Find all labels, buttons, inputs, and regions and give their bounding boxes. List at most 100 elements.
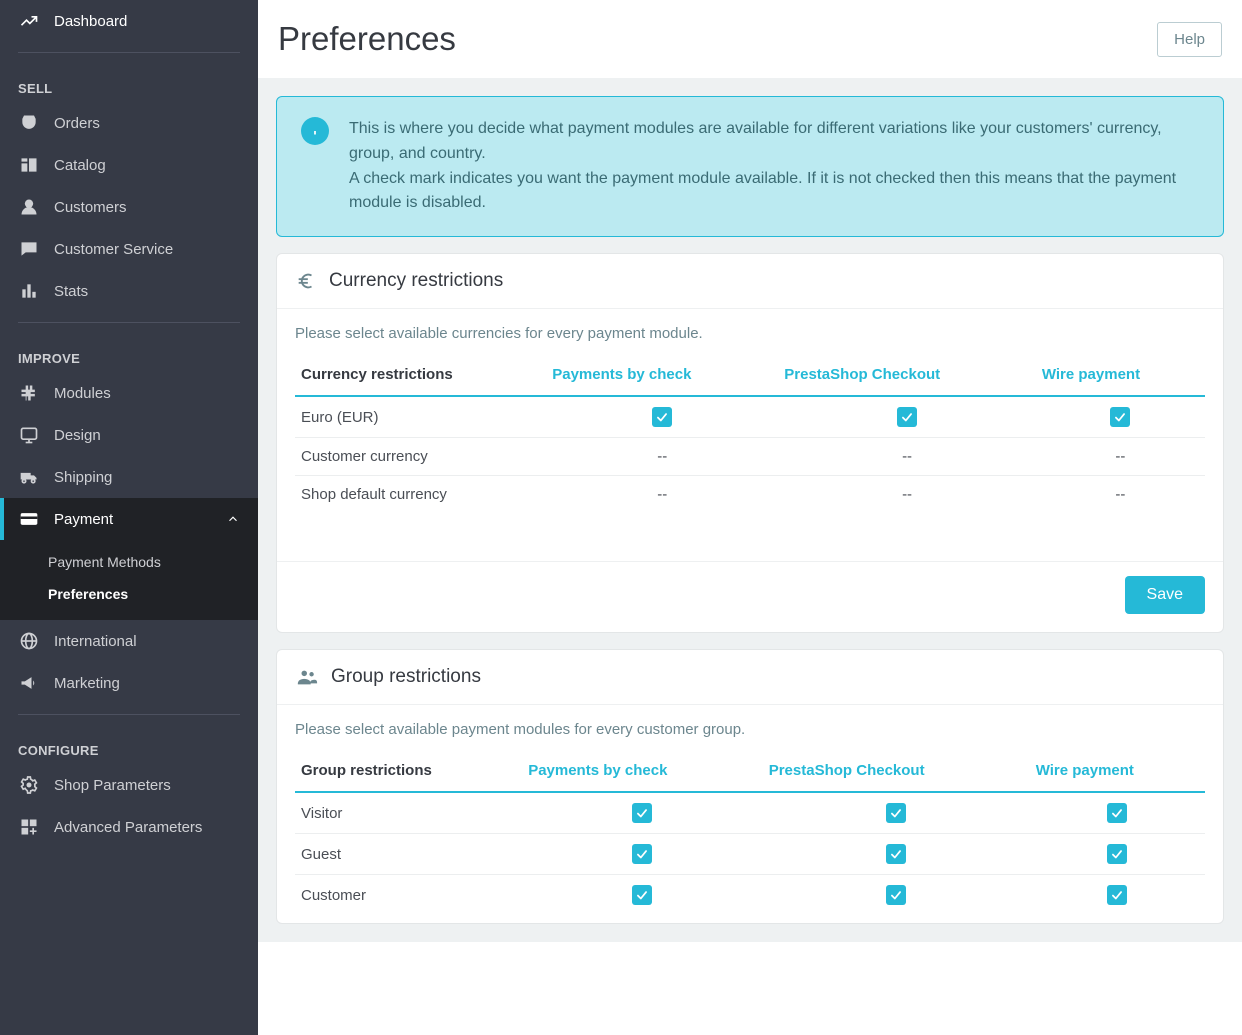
checkbox-checked[interactable] [652, 407, 672, 427]
sidebar-item-orders[interactable]: Orders [0, 102, 258, 144]
checkbox-checked[interactable] [1107, 885, 1127, 905]
sidebar-item-label: Advanced Parameters [54, 819, 202, 836]
table-row: Shop default currency------ [295, 476, 1205, 514]
sidebar-item-customer-service[interactable]: Customer Service [0, 228, 258, 270]
help-button[interactable]: Help [1157, 22, 1222, 57]
module-column-prestashop-checkout[interactable]: PrestaShop Checkout [763, 752, 1030, 792]
sidebar-item-dashboard[interactable]: Dashboard [0, 0, 258, 42]
chat-icon [18, 238, 40, 260]
info-alert: This is where you decide what payment mo… [276, 96, 1224, 237]
table-row: Visitor [295, 792, 1205, 834]
checkbox-checked[interactable] [1110, 407, 1130, 427]
content: This is where you decide what payment mo… [258, 78, 1242, 942]
restriction-cell [778, 396, 1036, 438]
sidebar-item-marketing[interactable]: Marketing [0, 662, 258, 704]
restriction-cell: -- [546, 476, 778, 514]
restriction-cell [1030, 792, 1205, 834]
sidebar-item-stats[interactable]: Stats [0, 270, 258, 312]
restriction-cell [1030, 834, 1205, 875]
restriction-cell: -- [1036, 476, 1205, 514]
restriction-cell [522, 834, 763, 875]
divider [18, 714, 240, 715]
sidebar-item-label: Marketing [54, 675, 120, 692]
sidebar-item-modules[interactable]: Modules [0, 372, 258, 414]
sidebar-item-catalog[interactable]: Catalog [0, 144, 258, 186]
megaphone-icon [18, 672, 40, 694]
sidebar-item-label: Shop Parameters [54, 777, 171, 794]
row-label: Customer currency [295, 438, 546, 476]
card-hint: Please select available currencies for e… [295, 325, 1205, 342]
not-applicable: -- [902, 486, 912, 503]
page-header: Preferences Help [258, 0, 1242, 78]
person-icon [18, 196, 40, 218]
puzzle-icon [18, 382, 40, 404]
checkbox-checked[interactable] [632, 803, 652, 823]
checkbox-checked[interactable] [886, 844, 906, 864]
gear-icon [18, 774, 40, 796]
row-label: Guest [295, 834, 522, 875]
checkbox-checked[interactable] [886, 885, 906, 905]
sidebar-item-label: Shipping [54, 469, 112, 486]
sidebar-item-advanced-parameters[interactable]: Advanced Parameters [0, 806, 258, 848]
sidebar-item-customers[interactable]: Customers [0, 186, 258, 228]
euro-icon [295, 270, 317, 292]
save-button[interactable]: Save [1125, 576, 1205, 614]
sidebar-subitem-preferences[interactable]: Preferences [48, 578, 258, 610]
row-label-header: Currency restrictions [295, 356, 546, 396]
card-hint: Please select available payment modules … [295, 721, 1205, 738]
module-column-payments-by-check[interactable]: Payments by check [546, 356, 778, 396]
table-row: Guest [295, 834, 1205, 875]
catalog-icon [18, 154, 40, 176]
table-row: Euro (EUR) [295, 396, 1205, 438]
info-text: This is where you decide what payment mo… [349, 117, 1199, 216]
restriction-cell [1036, 396, 1205, 438]
checkbox-checked[interactable] [632, 885, 652, 905]
not-applicable: -- [902, 448, 912, 465]
restriction-cell: -- [1036, 438, 1205, 476]
row-label: Customer [295, 875, 522, 916]
sidebar-item-shop-parameters[interactable]: Shop Parameters [0, 764, 258, 806]
info-icon [301, 117, 329, 145]
checkbox-checked[interactable] [1107, 803, 1127, 823]
sidebar-item-label: Payment [54, 511, 113, 528]
table-row: Customer currency------ [295, 438, 1205, 476]
sidebar-item-label: Stats [54, 283, 88, 300]
page-title: Preferences [278, 20, 456, 58]
module-column-prestashop-checkout[interactable]: PrestaShop Checkout [778, 356, 1036, 396]
row-label: Shop default currency [295, 476, 546, 514]
not-applicable: -- [1115, 448, 1125, 465]
row-label: Euro (EUR) [295, 396, 546, 438]
checkbox-checked[interactable] [897, 407, 917, 427]
restriction-cell [546, 396, 778, 438]
currency-restrictions-card: Currency restrictions Please select avai… [276, 253, 1224, 633]
sidebar-subitem-payment-methods[interactable]: Payment Methods [48, 546, 258, 578]
checkbox-checked[interactable] [886, 803, 906, 823]
restriction-cell [1030, 875, 1205, 916]
sidebar-item-payment[interactable]: Payment [0, 498, 258, 540]
checkbox-checked[interactable] [632, 844, 652, 864]
restriction-cell [763, 834, 1030, 875]
sidebar-section-sell: SELL [0, 63, 258, 102]
sidebar-item-label: Design [54, 427, 101, 444]
restriction-cell: -- [778, 438, 1036, 476]
sidebar-item-design[interactable]: Design [0, 414, 258, 456]
card-title: Group restrictions [331, 666, 481, 688]
module-column-wire-payment[interactable]: Wire payment [1036, 356, 1205, 396]
sidebar-item-label: Orders [54, 115, 100, 132]
module-column-wire-payment[interactable]: Wire payment [1030, 752, 1205, 792]
sidebar-section-improve: IMPROVE [0, 333, 258, 372]
row-label: Visitor [295, 792, 522, 834]
sidebar-item-international[interactable]: International [0, 620, 258, 662]
group-restrictions-table: Group restrictionsPayments by checkPrest… [295, 752, 1205, 915]
bar-chart-icon [18, 280, 40, 302]
module-column-payments-by-check[interactable]: Payments by check [522, 752, 763, 792]
sidebar-item-shipping[interactable]: Shipping [0, 456, 258, 498]
group-restrictions-card: Group restrictions Please select availab… [276, 649, 1224, 924]
sidebar-item-label: Catalog [54, 157, 106, 174]
not-applicable: -- [1115, 486, 1125, 503]
sidebar-item-label: Customers [54, 199, 127, 216]
divider [18, 322, 240, 323]
sidebar-item-label: Modules [54, 385, 111, 402]
credit-card-icon [18, 508, 40, 530]
checkbox-checked[interactable] [1107, 844, 1127, 864]
